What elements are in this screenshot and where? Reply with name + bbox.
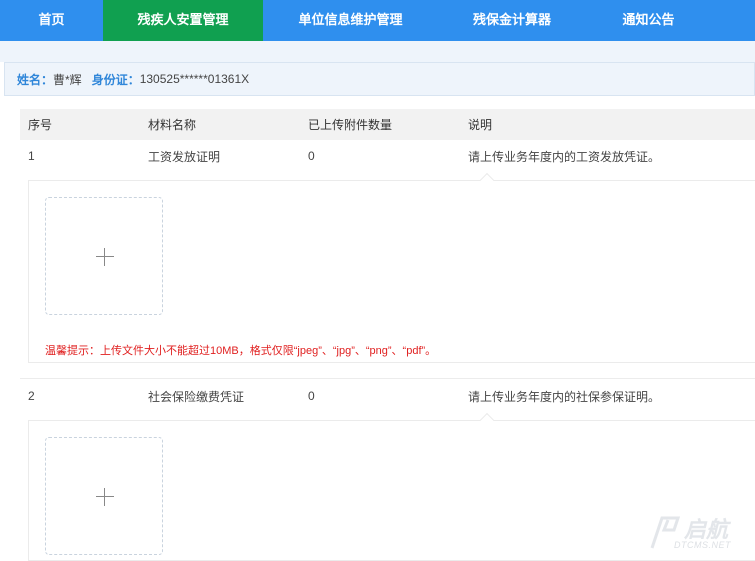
plus-icon-vertical — [104, 248, 105, 266]
upload-button[interactable] — [45, 197, 163, 315]
plus-icon-vertical — [104, 488, 105, 506]
name-label: 姓名： — [17, 72, 54, 87]
panel-caret — [479, 172, 495, 188]
upload-panel — [28, 412, 755, 561]
row-material: 工资发放证明 — [148, 149, 221, 164]
row-material: 社会保险缴费凭证 — [148, 389, 245, 404]
table-header: 序号 材料名称 已上传附件数量 说明 — [20, 109, 755, 140]
user-info-bar: 姓名： 曹*辉 身份证： 130525******01361X — [4, 62, 755, 96]
row-desc: 请上传业务年度内的社保参保证明。 — [468, 389, 661, 404]
header-count: 已上传附件数量 — [308, 118, 393, 132]
table-row: 2 社会保险缴费凭证 0 请上传业务年度内的社保参保证明。 — [20, 379, 755, 413]
table-row: 1 工资发放证明 0 请上传业务年度内的工资发放凭证。 — [20, 139, 755, 173]
row-count: 0 — [308, 389, 315, 403]
plus-icon — [96, 496, 114, 497]
plus-icon — [96, 256, 114, 257]
nav-disabled-placement[interactable]: 残疾人安置管理 — [103, 0, 263, 41]
upload-button[interactable] — [45, 437, 163, 555]
upload-tip: 温馨提示：上传文件大小不能超过10MB，格式仅限“jpeg”、“jpg”、“pn… — [45, 345, 437, 357]
header-seq: 序号 — [28, 118, 53, 132]
watermark-logo: 启航 DTCMS.NET — [648, 510, 748, 556]
name-value: 曹*辉 — [53, 72, 82, 87]
nav-home[interactable]: 首页 — [0, 0, 103, 41]
header-strip — [0, 41, 755, 62]
watermark-sub: DTCMS.NET — [674, 540, 731, 550]
nav-notices[interactable]: 通知公告 — [586, 0, 711, 41]
nav-unit-info[interactable]: 单位信息维护管理 — [263, 0, 438, 41]
id-value: 130525******01361X — [139, 72, 250, 86]
nav-calculator[interactable]: 残保金计算器 — [438, 0, 586, 41]
header-material: 材料名称 — [148, 118, 197, 132]
row-desc: 请上传业务年度内的工资发放凭证。 — [468, 149, 661, 164]
id-label: 身份证： — [91, 72, 140, 87]
row-seq: 2 — [28, 389, 35, 403]
row-count: 0 — [308, 149, 315, 163]
upload-panel: 温馨提示：上传文件大小不能超过10MB，格式仅限“jpeg”、“jpg”、“pn… — [28, 172, 755, 363]
row-seq: 1 — [28, 149, 35, 163]
panel-caret — [479, 412, 495, 428]
header-desc: 说明 — [468, 118, 493, 132]
top-navigation: 首页 残疾人安置管理 单位信息维护管理 残保金计算器 通知公告 — [0, 0, 755, 41]
